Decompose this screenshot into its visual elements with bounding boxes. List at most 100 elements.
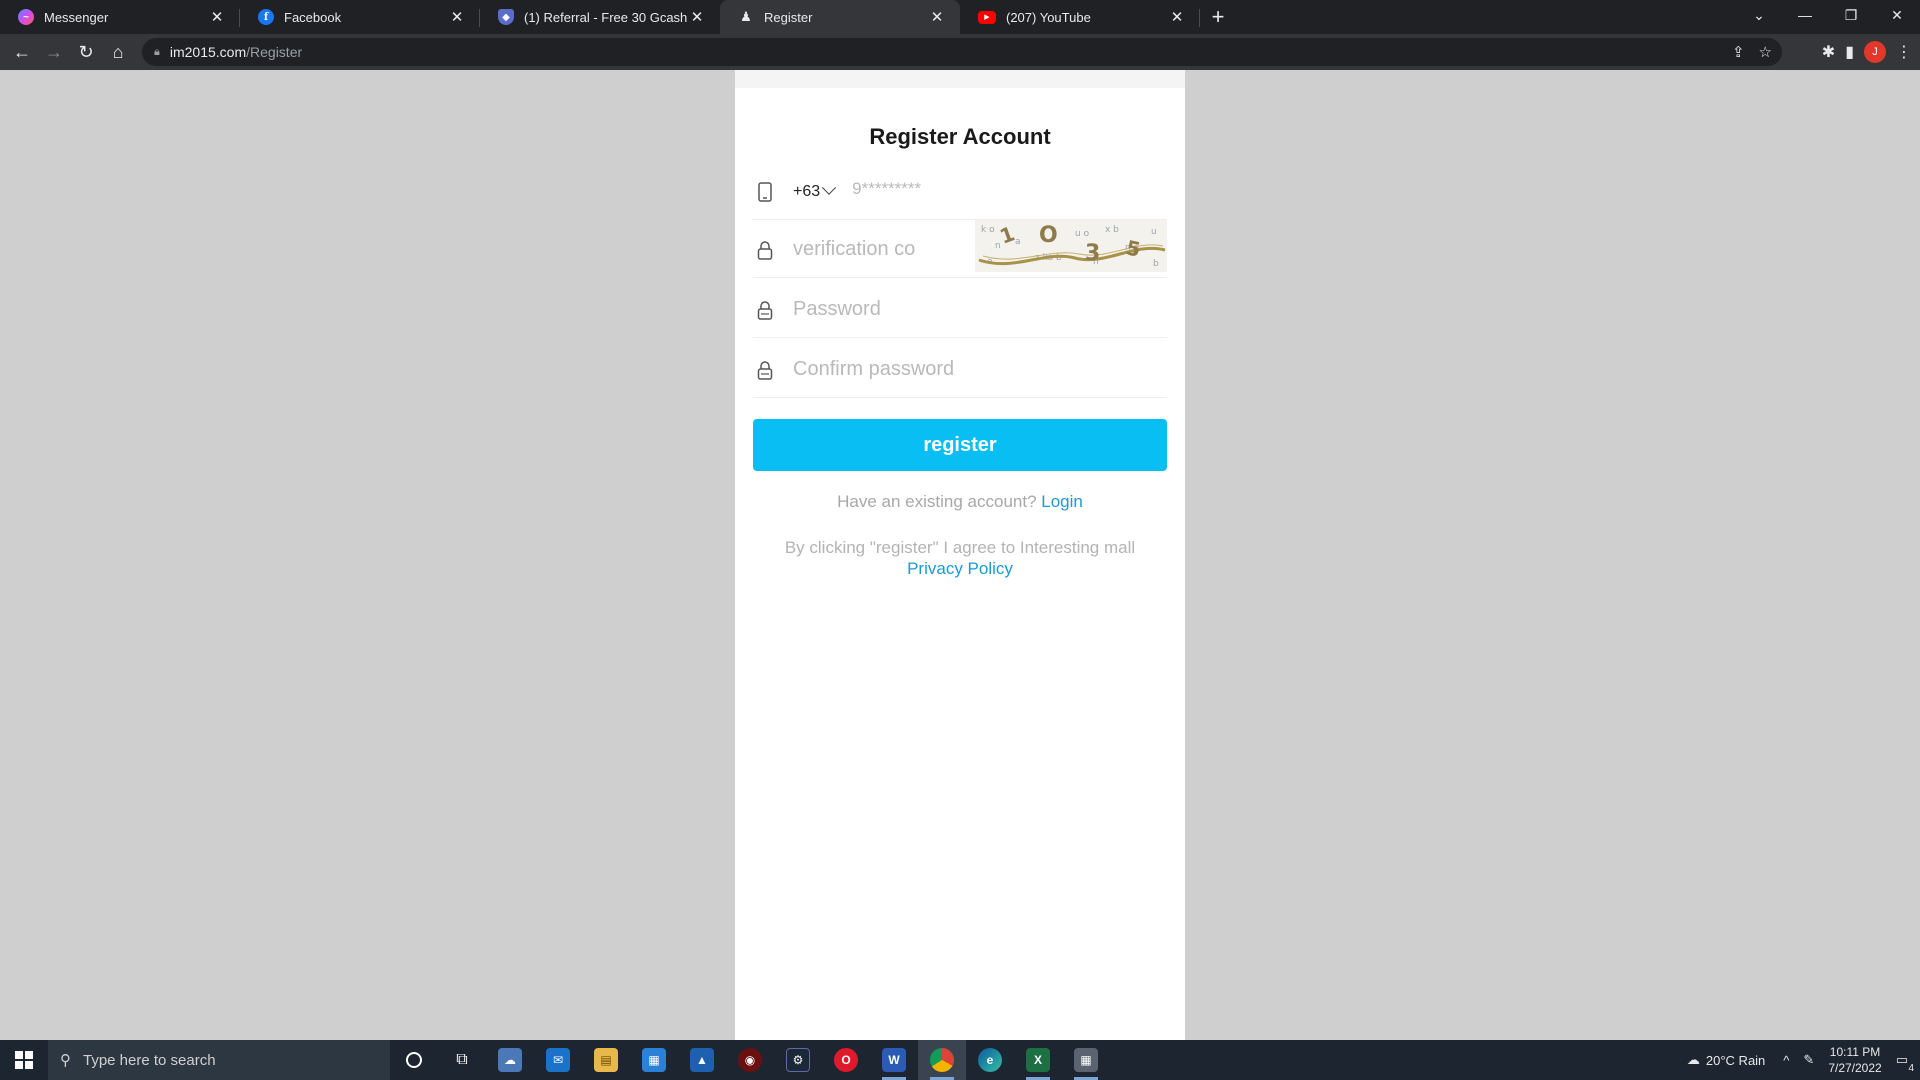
profile-avatar[interactable]: J [1864, 41, 1886, 63]
close-icon[interactable]: ✕ [448, 8, 466, 26]
back-icon[interactable]: ← [6, 38, 38, 66]
tab-search-icon[interactable]: ⌄ [1736, 7, 1782, 24]
country-code-select[interactable]: +63 [793, 180, 837, 201]
restore-icon[interactable]: ❐ [1828, 7, 1874, 24]
password-input[interactable] [793, 298, 1153, 321]
taskbar-search-placeholder: Type here to search [83, 1051, 216, 1069]
phone-input[interactable] [852, 178, 1153, 199]
close-icon[interactable]: ✕ [1168, 8, 1186, 26]
chevron-up-icon[interactable]: ^ [1783, 1053, 1789, 1068]
task-view-icon[interactable]: ⧉ [438, 1040, 486, 1080]
notification-count: 4 [1908, 1063, 1914, 1074]
close-icon[interactable]: ✕ [208, 8, 226, 26]
address-bar[interactable]: 🔒︎ im2015.com/Register ⇪ ☆ [142, 38, 1782, 66]
steam-icon[interactable]: ⚙ [774, 1040, 822, 1080]
extensions-icon[interactable]: ✱ [1822, 42, 1835, 62]
chrome-icon[interactable] [918, 1040, 966, 1080]
tab-facebook[interactable]: f Facebook ✕ [240, 0, 480, 34]
top-band [735, 70, 1185, 88]
excel-icon[interactable]: X [1014, 1040, 1062, 1080]
store-icon[interactable]: ▦ [630, 1040, 678, 1080]
svg-text:b: b [1153, 259, 1159, 269]
windows-taskbar: ⚲ Type here to search ⧉ ☁ ✉ ▤ ▦ ▲ ◉ ⚙ O … [0, 1040, 1920, 1080]
policy-text: By clicking "register" I agree to Intere… [784, 538, 1136, 557]
edge-icon[interactable]: e [966, 1040, 1014, 1080]
phone-icon [753, 181, 777, 202]
word-icon[interactable]: W [870, 1040, 918, 1080]
windows-start-icon[interactable] [0, 1040, 48, 1080]
password-field-row [753, 282, 1167, 338]
clock[interactable]: 10:11 PM 7/27/2022 [1828, 1044, 1881, 1076]
tab-strip: ~ Messenger ✕ f Facebook ✕ ◆ (1) Referra… [0, 0, 1920, 34]
existing-account-text: Have an existing account? [837, 492, 1037, 511]
svg-text:n: n [995, 241, 1001, 251]
svg-text:O: O [1039, 223, 1058, 248]
window-controls: ⌄ — ❐ ✕ [1736, 0, 1920, 30]
clock-time: 10:11 PM [1829, 1045, 1881, 1059]
tab-separator [1199, 9, 1200, 27]
weather-tray-icon[interactable]: ☁ [1687, 1052, 1700, 1068]
confirm-password-input[interactable] [793, 358, 1153, 381]
tab-title: Messenger [44, 9, 109, 25]
login-link[interactable]: Login [1041, 492, 1083, 511]
photos-app-icon[interactable]: ▲ [678, 1040, 726, 1080]
mail-icon[interactable]: ✉ [534, 1040, 582, 1080]
share-icon[interactable]: ⇪ [1732, 43, 1745, 61]
tab-title: Facebook [284, 9, 342, 25]
clock-date: 7/27/2022 [1828, 1061, 1882, 1075]
verification-code-input[interactable] [793, 238, 983, 261]
existing-account-line: Have an existing account? Login [735, 492, 1185, 512]
opera-icon[interactable]: O [822, 1040, 870, 1080]
close-icon[interactable]: ✕ [688, 8, 706, 26]
padlock-icon [753, 300, 777, 320]
bookmark-star-icon[interactable]: ☆ [1759, 43, 1772, 61]
side-panel-icon[interactable]: ▮ [1845, 42, 1854, 62]
svg-text:3: 3 [1085, 241, 1100, 266]
pen-icon[interactable]: ✎ [1803, 1052, 1814, 1068]
minimize-icon[interactable]: — [1782, 7, 1828, 23]
svg-text:k o: k o [981, 225, 995, 235]
phone-field-row: +63 [753, 164, 1167, 220]
notifications-icon[interactable]: ▭ 4 [1896, 1052, 1914, 1074]
cortana-icon[interactable] [390, 1040, 438, 1080]
home-icon[interactable]: ⌂ [102, 38, 134, 66]
browser-toolbar: ← → ↻ ⌂ 🔒︎ im2015.com/Register ⇪ ☆ ✱ ▮ J… [0, 34, 1920, 70]
close-icon[interactable]: ✕ [928, 8, 946, 26]
taskbar-search-box[interactable]: ⚲ Type here to search [48, 1040, 390, 1080]
captcha-image[interactable]: k ona z ka bu ox b n aub eh 1 O 3 5 [975, 220, 1167, 272]
system-tray: ☁ 20°C Rain ^ ✎ 10:11 PM 7/27/2022 ▭ 4 [1687, 1040, 1920, 1080]
shield-icon: ◆ [498, 9, 514, 25]
lock-icon [753, 240, 777, 260]
verification-field-row: k ona z ka bu ox b n aub eh 1 O 3 5 [753, 220, 1167, 278]
window-close-icon[interactable]: ✕ [1874, 7, 1920, 24]
toolbar-right: ✱ ▮ J ⋮ [1822, 34, 1912, 70]
tab-referral[interactable]: ◆ (1) Referral - Free 30 Gcash upon ✕ [480, 0, 720, 34]
facebook-icon: f [258, 9, 274, 25]
weather-text[interactable]: 20°C Rain [1706, 1053, 1765, 1068]
confirm-password-field-row [753, 342, 1167, 398]
privacy-policy-link[interactable]: Privacy Policy [907, 559, 1013, 578]
reload-icon[interactable]: ↻ [70, 38, 102, 66]
padlock-icon [753, 360, 777, 380]
page-viewport: Register Account +63 k ona [0, 70, 1920, 1040]
url-path: /Register [246, 44, 303, 60]
page-title: Register Account [869, 124, 1051, 149]
menu-kebab-icon[interactable]: ⋮ [1896, 42, 1912, 62]
tab-register[interactable]: ♟ Register ✕ [720, 0, 960, 34]
weather-app-icon[interactable]: ☁ [486, 1040, 534, 1080]
tab-messenger[interactable]: ~ Messenger ✕ [0, 0, 240, 34]
calculator-icon[interactable]: ▦ [1062, 1040, 1110, 1080]
url-host: im2015.com [169, 44, 247, 60]
svg-text:u o: u o [1075, 229, 1090, 239]
file-explorer-icon[interactable]: ▤ [582, 1040, 630, 1080]
policy-notice: By clicking "register" I agree to Intere… [765, 537, 1155, 579]
new-tab-button[interactable]: + [1200, 0, 1236, 34]
tab-title: (1) Referral - Free 30 Gcash upon [524, 9, 688, 25]
messenger-icon: ~ [18, 9, 34, 25]
forward-icon[interactable]: → [38, 38, 70, 66]
register-button[interactable]: register [753, 419, 1167, 471]
game-app-icon[interactable]: ◉ [726, 1040, 774, 1080]
tab-youtube[interactable]: ▶ (207) YouTube ✕ [960, 0, 1200, 34]
lock-icon[interactable]: 🔒︎ [154, 46, 160, 59]
tab-title: (207) YouTube [1006, 9, 1091, 25]
